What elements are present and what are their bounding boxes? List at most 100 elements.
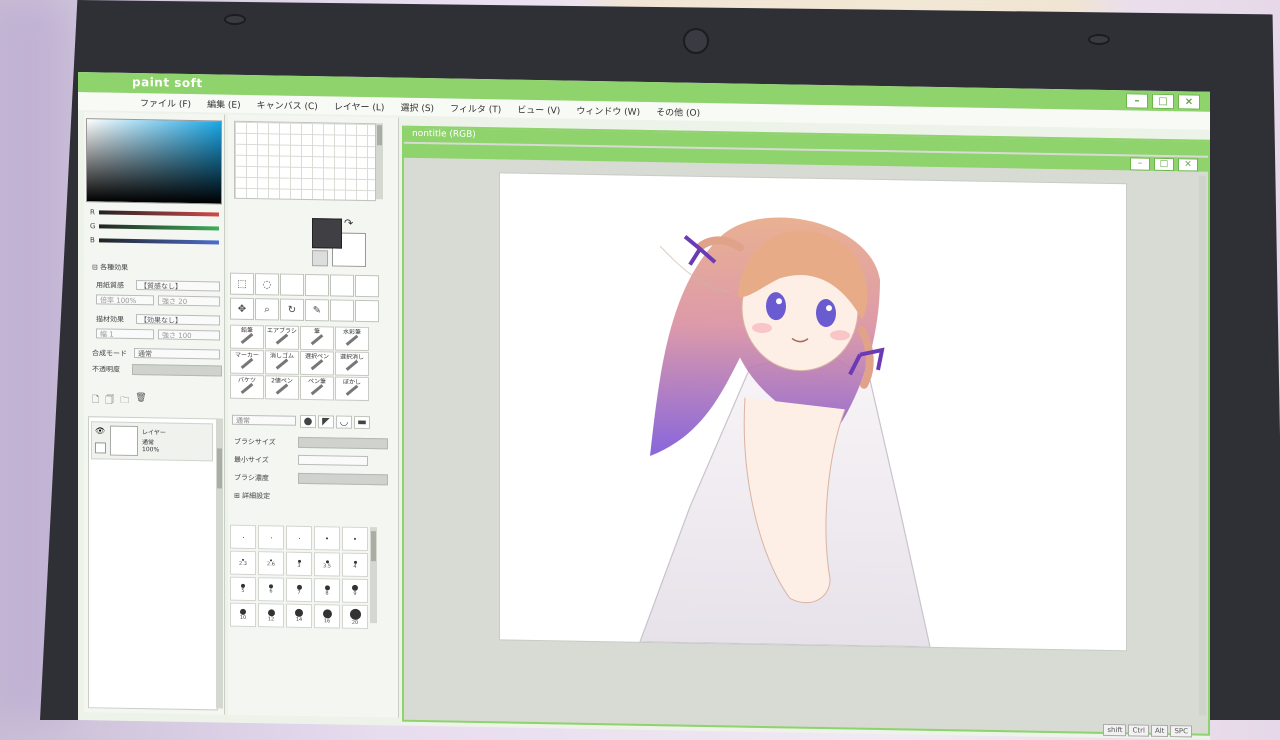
shape-flat-icon[interactable]: ◤: [318, 415, 334, 429]
layer-scroll-thumb[interactable]: [217, 448, 222, 489]
canvas-scrollbar[interactable]: [1199, 175, 1206, 716]
foreground-color-swatch[interactable]: [312, 218, 342, 249]
empty-tool-1[interactable]: [280, 273, 304, 296]
blend-mode-select[interactable]: 通常: [134, 347, 220, 360]
brush-fude[interactable]: 筆: [300, 325, 334, 351]
menu-canvas[interactable]: キャンバス (C): [257, 98, 318, 112]
slider-g-bar[interactable]: [99, 224, 220, 231]
minimize-button[interactable]: –: [1126, 93, 1148, 109]
size-cell[interactable]: 6: [258, 577, 284, 602]
select-rect-icon[interactable]: ⬚: [230, 272, 254, 296]
rotate-icon[interactable]: ↻: [280, 298, 304, 321]
artboard[interactable]: [500, 173, 1126, 651]
menu-view[interactable]: ビュー (V): [517, 102, 560, 116]
shape-round-icon[interactable]: ●: [300, 414, 316, 429]
detail-settings-toggle[interactable]: ⊞ 詳細設定: [234, 491, 270, 502]
effects-header[interactable]: ⊟ 各種効果: [92, 262, 128, 273]
size-cell[interactable]: 12: [258, 603, 284, 628]
brush-pencil[interactable]: 鉛筆: [230, 324, 264, 350]
shape-rect-icon[interactable]: ▬: [354, 415, 370, 430]
menu-filter[interactable]: フィルタ (T): [450, 101, 501, 115]
brush-blur[interactable]: ぼかし: [335, 376, 369, 402]
color-picker[interactable]: [86, 118, 222, 205]
menu-window[interactable]: ウィンドウ (W): [576, 103, 640, 117]
brush-size-scrollbar[interactable]: [370, 527, 377, 624]
brush-watercolor[interactable]: 水彩筆: [335, 326, 369, 352]
paper-strength-field[interactable]: 強さ 20: [158, 295, 220, 307]
size-cell[interactable]: 20: [342, 604, 368, 630]
brush-eraser[interactable]: 消しゴム: [265, 350, 299, 375]
navigator-grid[interactable]: [234, 120, 376, 202]
menu-edit[interactable]: 編集 (E): [207, 97, 241, 111]
brush-size-slider[interactable]: [298, 436, 388, 450]
paper-scale-field[interactable]: 倍率 100%: [96, 294, 154, 306]
maximize-button[interactable]: □: [1152, 93, 1174, 110]
size-cell[interactable]: 8: [314, 578, 340, 603]
canvas-close-button[interactable]: ×: [1178, 158, 1198, 172]
navigator-scrollbar[interactable]: [376, 123, 383, 200]
brush-select-eraser[interactable]: 選択消し: [335, 351, 369, 377]
lock-checkbox[interactable]: [95, 442, 106, 454]
menu-file[interactable]: ファイル (F): [140, 96, 191, 110]
size-cell[interactable]: 2.3: [230, 550, 256, 576]
size-cell[interactable]: 4: [342, 552, 368, 578]
slider-r[interactable]: R: [90, 208, 219, 218]
paper-select[interactable]: 【質感なし】: [136, 280, 220, 292]
shift-key[interactable]: shift: [1103, 723, 1127, 737]
size-cell[interactable]: 16: [314, 604, 340, 629]
swap-colors-icon[interactable]: ↷: [344, 217, 353, 230]
canvas-minimize-button[interactable]: –: [1130, 157, 1150, 171]
size-cell[interactable]: [258, 525, 284, 550]
lasso-icon[interactable]: ◌: [255, 273, 279, 296]
alt-key[interactable]: Alt: [1150, 724, 1169, 738]
brush-bucket[interactable]: バケツ: [230, 374, 264, 400]
shape-bowl-icon[interactable]: ◡: [336, 415, 352, 429]
brush-airbrush[interactable]: エアブラシ: [265, 325, 299, 350]
size-cell[interactable]: 2.6: [258, 551, 284, 576]
layer-scrollbar[interactable]: [216, 418, 223, 709]
media-select[interactable]: 【効果なし】: [136, 314, 220, 326]
size-cell[interactable]: 3.5: [314, 552, 340, 577]
close-button[interactable]: ×: [1178, 94, 1200, 110]
size-cell[interactable]: 7: [286, 577, 312, 603]
empty-tool-3[interactable]: [330, 274, 354, 297]
eye-icon[interactable]: 👁: [95, 426, 105, 435]
eyedropper-icon[interactable]: ✎: [305, 298, 329, 322]
media-width-field[interactable]: 幅 1: [96, 328, 154, 340]
move-icon[interactable]: ✥: [230, 297, 254, 321]
size-cell[interactable]: 14: [286, 603, 312, 629]
size-cell[interactable]: 3: [286, 551, 312, 577]
canvas-maximize-button[interactable]: □: [1154, 157, 1174, 172]
media-strength-field[interactable]: 強さ 100: [158, 329, 220, 341]
size-cell[interactable]: [286, 525, 312, 551]
folder-icon[interactable]: 🗀: [120, 393, 129, 409]
brush-density-slider[interactable]: [298, 472, 388, 486]
menu-layer[interactable]: レイヤー (L): [334, 99, 385, 113]
slider-b[interactable]: B: [90, 236, 219, 246]
layer-item[interactable]: 👁 レイヤー 通常 100%: [91, 421, 213, 462]
min-size-field[interactable]: [298, 454, 368, 467]
trash-icon[interactable]: 🗑: [135, 393, 146, 409]
size-cell[interactable]: [314, 526, 340, 551]
slider-r-bar[interactable]: [98, 210, 219, 217]
empty-tool-6[interactable]: [355, 299, 379, 323]
ctrl-key[interactable]: Ctrl: [1128, 724, 1149, 737]
default-colors-icon[interactable]: [312, 250, 328, 267]
brush-size-scroll-thumb[interactable]: [371, 531, 376, 562]
space-key[interactable]: SPC: [1170, 725, 1192, 738]
navigator-scroll-thumb[interactable]: [377, 125, 382, 146]
size-cell[interactable]: [230, 524, 256, 550]
menu-other[interactable]: その他 (O): [656, 105, 700, 119]
zoom-icon[interactable]: ⌕: [255, 298, 279, 321]
brush-mode-select[interactable]: 通常: [232, 414, 296, 426]
slider-b-bar[interactable]: [98, 238, 219, 245]
new-layer-icon[interactable]: 🗋: [92, 392, 99, 408]
empty-tool-2[interactable]: [305, 273, 329, 297]
brush-binary-pen[interactable]: 2値ペン: [265, 375, 299, 400]
size-cell[interactable]: 10: [230, 602, 256, 628]
brush-pen-brush[interactable]: ペン筆: [300, 375, 334, 401]
brush-select-pen[interactable]: 選択ペン: [300, 350, 334, 376]
size-cell[interactable]: 9: [342, 578, 368, 604]
copy-layer-icon[interactable]: 🗍: [105, 392, 114, 408]
size-cell[interactable]: [342, 526, 368, 552]
